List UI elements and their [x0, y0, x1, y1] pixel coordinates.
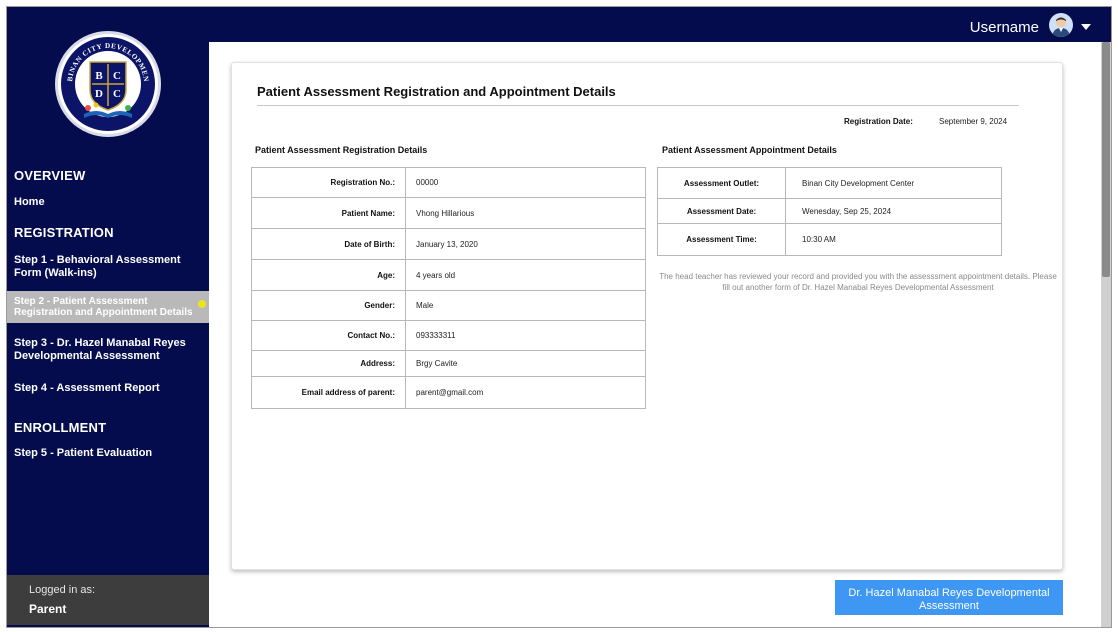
registration-details-table: Registration No.: 00000 Patient Name: Vh…: [251, 167, 646, 409]
sidebar-item-step-2-label: Step 2 - Patient Assessment Registration…: [14, 296, 193, 318]
scrollbar[interactable]: [1101, 42, 1111, 627]
table-row: Contact No.: 093333311: [251, 320, 646, 351]
appointment-section-title: Patient Assessment Appointment Details: [662, 145, 837, 155]
page-title: Patient Assessment Registration and Appo…: [257, 84, 616, 99]
appointment-note: The head teacher has reviewed your recor…: [659, 272, 1057, 292]
appointment-details-table: Assessment Outlet: Binan City Developmen…: [657, 167, 1002, 256]
row-label: Age:: [251, 259, 406, 291]
row-label: Registration No.:: [251, 167, 406, 198]
section-overview: OVERVIEW: [14, 168, 86, 183]
row-label: Assessment Date:: [657, 198, 786, 224]
row-label: Patient Name:: [251, 197, 406, 229]
sidebar-item-step-4[interactable]: Step 4 - Assessment Report: [14, 382, 200, 395]
row-value: Brgy Cavite: [405, 350, 646, 377]
logo-letter-3: D: [95, 88, 103, 100]
developmental-assessment-button[interactable]: Dr. Hazel Manabal Reyes Developmental As…: [835, 580, 1063, 615]
logged-in-label: Logged in as:: [29, 584, 96, 596]
row-value: January 13, 2020: [405, 228, 646, 260]
table-row: Registration No.: 00000: [251, 167, 646, 198]
logo-letter-2: C: [113, 70, 121, 82]
active-indicator-dot: [198, 300, 206, 308]
sidebar: BINAN CITY DEVELOPMENT CENTER B C D C OV…: [7, 7, 209, 627]
row-label: Date of Birth:: [251, 228, 406, 260]
registration-date-label: Registration Date:: [844, 117, 913, 126]
table-row: Email address of parent: parent@gmail.co…: [251, 376, 646, 409]
row-value: Binan City Development Center: [785, 167, 1002, 199]
logged-in-panel: Logged in as: Parent: [7, 575, 209, 625]
row-label: Contact No.:: [251, 320, 406, 351]
caret-down-icon[interactable]: [1081, 24, 1091, 30]
row-value: 093333311: [405, 320, 646, 351]
row-label: Assessment Outlet:: [657, 167, 786, 199]
row-value: Male: [405, 290, 646, 321]
scrollbar-thumb[interactable]: [1102, 42, 1110, 277]
table-row: Date of Birth: January 13, 2020: [251, 228, 646, 260]
registration-date-value: September 9, 2024: [939, 117, 1008, 126]
row-value: parent@gmail.com: [405, 376, 646, 409]
title-divider: [257, 105, 1019, 106]
app-window: BINAN CITY DEVELOPMENT CENTER B C D C OV…: [6, 6, 1112, 628]
row-value: Vhong Hillarious: [405, 197, 646, 229]
logged-in-role: Parent: [29, 602, 67, 616]
bcdc-logo: BINAN CITY DEVELOPMENT CENTER B C D C: [55, 31, 161, 137]
table-row: Assessment Time: 10:30 AM: [657, 223, 1002, 256]
row-label: Gender:: [251, 290, 406, 321]
row-label: Address:: [251, 350, 406, 377]
sidebar-item-step-3[interactable]: Step 3 - Dr. Hazel Manabal Reyes Develop…: [14, 337, 200, 363]
user-avatar-icon[interactable]: [1049, 13, 1073, 37]
row-value: 4 years old: [405, 259, 646, 291]
row-label: Email address of parent:: [251, 376, 406, 409]
details-card: Patient Assessment Registration and Appo…: [231, 62, 1063, 570]
table-row: Patient Name: Vhong Hillarious: [251, 197, 646, 229]
username-label[interactable]: Username: [970, 19, 1039, 36]
row-value: Wenesday, Sep 25, 2024: [785, 198, 1002, 224]
section-enrollment: ENROLLMENT: [14, 420, 107, 435]
sidebar-item-step-5[interactable]: Step 5 - Patient Evaluation: [14, 447, 200, 460]
sidebar-item-step-1[interactable]: Step 1 - Behavioral Assessment Form (Wal…: [14, 254, 200, 280]
logo-letter-4: C: [113, 88, 121, 100]
table-row: Address: Brgy Cavite: [251, 350, 646, 377]
table-row: Assessment Outlet: Binan City Developmen…: [657, 167, 1002, 199]
sidebar-item-step-2[interactable]: Step 2 - Patient Assessment Registration…: [7, 291, 209, 323]
bcdc-logo-emblem-icon: BINAN CITY DEVELOPMENT CENTER B C D C: [58, 34, 155, 131]
table-row: Age: 4 years old: [251, 259, 646, 291]
row-label: Assessment Time:: [657, 223, 786, 256]
row-value: 10:30 AM: [785, 223, 1002, 256]
row-value: 00000: [405, 167, 646, 198]
top-bar: Username: [209, 7, 1111, 42]
table-row: Assessment Date: Wenesday, Sep 25, 2024: [657, 198, 1002, 224]
registration-section-title: Patient Assessment Registration Details: [255, 145, 428, 155]
section-registration: REGISTRATION: [14, 225, 114, 240]
sidebar-item-home[interactable]: Home: [14, 196, 200, 209]
logo-letter-1: B: [95, 70, 103, 82]
table-row: Gender: Male: [251, 290, 646, 321]
